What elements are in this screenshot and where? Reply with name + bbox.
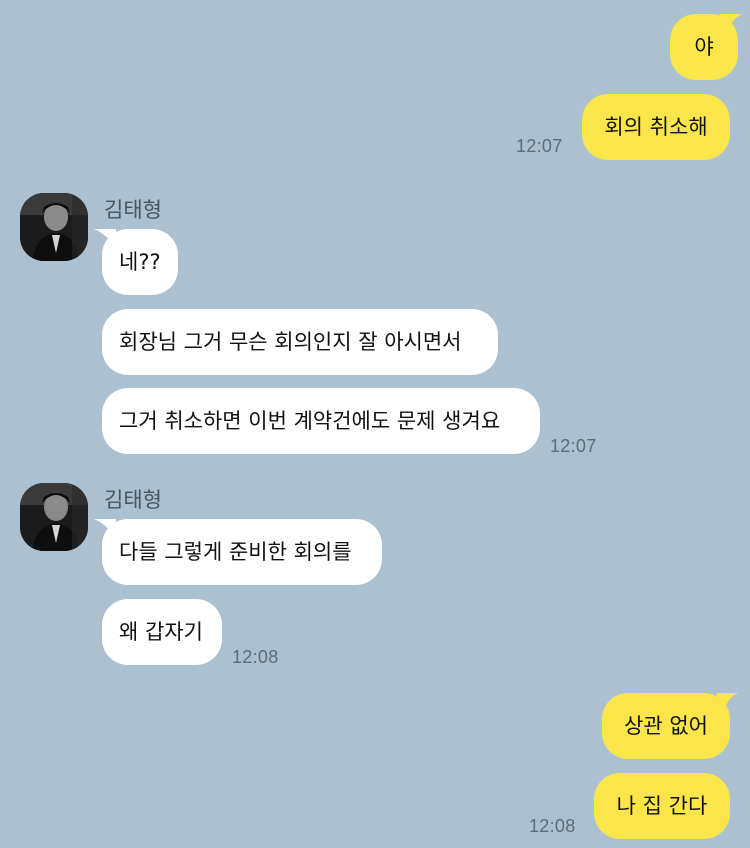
sender-name: 김태형 [104, 198, 162, 222]
message-text: 나 집 간다 [616, 794, 708, 818]
avatar[interactable] [20, 483, 88, 551]
their-message-bubble[interactable]: 그거 취소하면 이번 계약건에도 문제 생겨요 [102, 388, 540, 454]
message-time: 12:08 [232, 647, 279, 667]
their-message-bubble[interactable]: 다들 그렇게 준비한 회의를 [102, 519, 382, 585]
message-text: 야 [694, 35, 714, 59]
message-time: 12:07 [550, 436, 597, 456]
bubble-tail [716, 693, 738, 713]
message-time: 12:08 [529, 816, 576, 836]
my-message-bubble[interactable]: 나 집 간다 [594, 773, 730, 839]
message-text: 왜 갑자기 [119, 620, 203, 644]
bubble-tail [94, 229, 116, 249]
their-message-bubble[interactable]: 왜 갑자기 [102, 599, 222, 665]
message-text: 네?? [119, 250, 161, 274]
message-text: 상관 없어 [624, 714, 708, 738]
chat-room: 야 회의 취소해 12:07 김태형 네?? 회장님 그거 무슨 회의인지 잘 … [0, 0, 750, 848]
bubble-tail [94, 519, 116, 539]
message-time: 12:07 [516, 136, 563, 156]
avatar-photo-icon [20, 483, 88, 551]
their-message-bubble[interactable]: 회장님 그거 무슨 회의인지 잘 아시면서 [102, 309, 498, 375]
avatar[interactable] [20, 193, 88, 261]
avatar-photo-icon [20, 193, 88, 261]
message-text: 그거 취소하면 이번 계약건에도 문제 생겨요 [119, 409, 501, 433]
sender-name: 김태형 [104, 488, 162, 512]
my-message-bubble[interactable]: 상관 없어 [602, 693, 730, 759]
message-text: 회장님 그거 무슨 회의인지 잘 아시면서 [119, 330, 462, 354]
bubble-tail [720, 14, 742, 34]
message-text: 회의 취소해 [604, 115, 708, 139]
message-text: 다들 그렇게 준비한 회의를 [119, 540, 352, 564]
my-message-bubble[interactable]: 회의 취소해 [582, 94, 730, 160]
